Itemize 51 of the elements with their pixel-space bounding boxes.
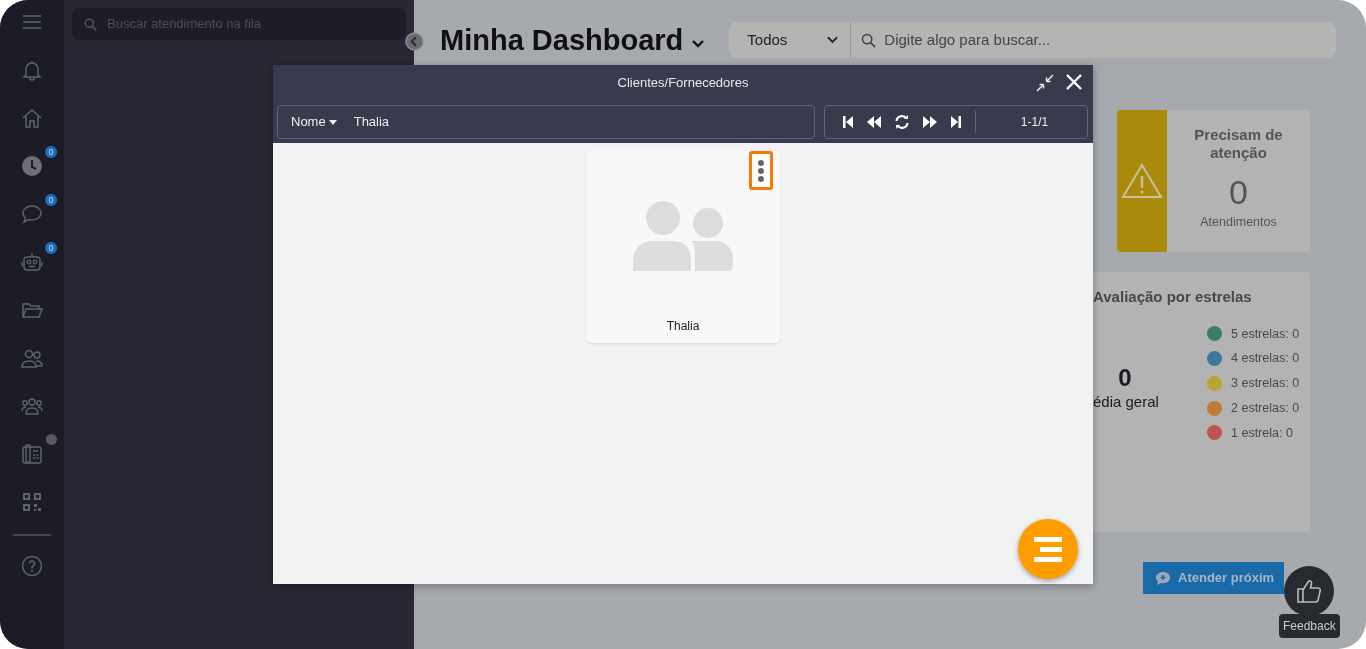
warning-icon <box>1121 162 1163 200</box>
feedback-button[interactable] <box>1284 566 1334 616</box>
legend-label: 5 estrelas: 0 <box>1231 325 1300 343</box>
search-icon <box>861 32 877 48</box>
count-badge: 0 <box>45 242 57 254</box>
chevron-down-icon[interactable] <box>691 39 706 49</box>
close-icon[interactable] <box>1065 73 1083 91</box>
bell-icon <box>21 59 43 81</box>
attention-caption: Atendimentos <box>1200 213 1277 231</box>
rating-title: Avaliação por estrelas <box>1093 287 1253 307</box>
average-value: 0 <box>1117 364 1133 391</box>
filter-dropdown[interactable]: Todos <box>729 22 852 58</box>
feedback-label: Feedback <box>1279 614 1340 638</box>
qr-code-icon <box>21 491 43 513</box>
contacts-icon <box>633 201 733 271</box>
group-icon <box>21 395 43 417</box>
dashboard-title: Minha Dashboard <box>440 22 684 58</box>
users-icon <box>21 347 43 369</box>
search-value[interactable]: Thalia <box>353 112 390 132</box>
clock-icon <box>21 155 43 177</box>
chat-plus-icon <box>1155 570 1171 586</box>
search-placeholder[interactable]: Digite algo para buscar... <box>884 28 1051 52</box>
page-range: 1-1/1 <box>1019 114 1050 131</box>
legend-label: 4 estrelas: 0 <box>1231 350 1300 368</box>
collapse-icon[interactable] <box>1035 73 1055 93</box>
legend-label: 1 estrela: 0 <box>1231 424 1293 442</box>
desk-phone-icon <box>21 443 43 465</box>
legend-label: 3 estrelas: 0 <box>1231 375 1300 392</box>
contact-card[interactable]: Thalia <box>586 151 780 343</box>
attention-count: 0 <box>1229 172 1248 213</box>
more-options-button[interactable] <box>749 151 773 190</box>
sidebar-item[interactable]: 0 <box>7 242 57 282</box>
robot-icon <box>21 251 43 273</box>
count-badge: 0 <box>45 194 57 206</box>
attend-next-button[interactable]: Atender próxim <box>1143 562 1284 594</box>
thumbs-up-icon <box>1295 577 1323 605</box>
dialog-title: Clientes/Fornecedores <box>617 74 749 93</box>
home-icon <box>21 107 43 129</box>
count-badge: 0 <box>45 146 57 158</box>
chevron-down-icon <box>827 36 839 44</box>
chat-bubble-icon <box>21 203 43 225</box>
help-icon <box>21 555 43 577</box>
caret-icon <box>328 119 337 125</box>
legend-label: 2 estrelas: 0 <box>1231 399 1300 417</box>
average-label: édia geral <box>1093 391 1157 412</box>
search-icon <box>84 17 97 31</box>
sidebar-item[interactable]: 0 <box>7 194 57 234</box>
sidebar-item[interactable]: 0 <box>7 146 57 186</box>
attention-title: Precisam de atenção <box>1193 126 1284 162</box>
contact-name: Thalia <box>666 318 700 335</box>
field-dropdown[interactable]: Nome <box>288 112 340 132</box>
